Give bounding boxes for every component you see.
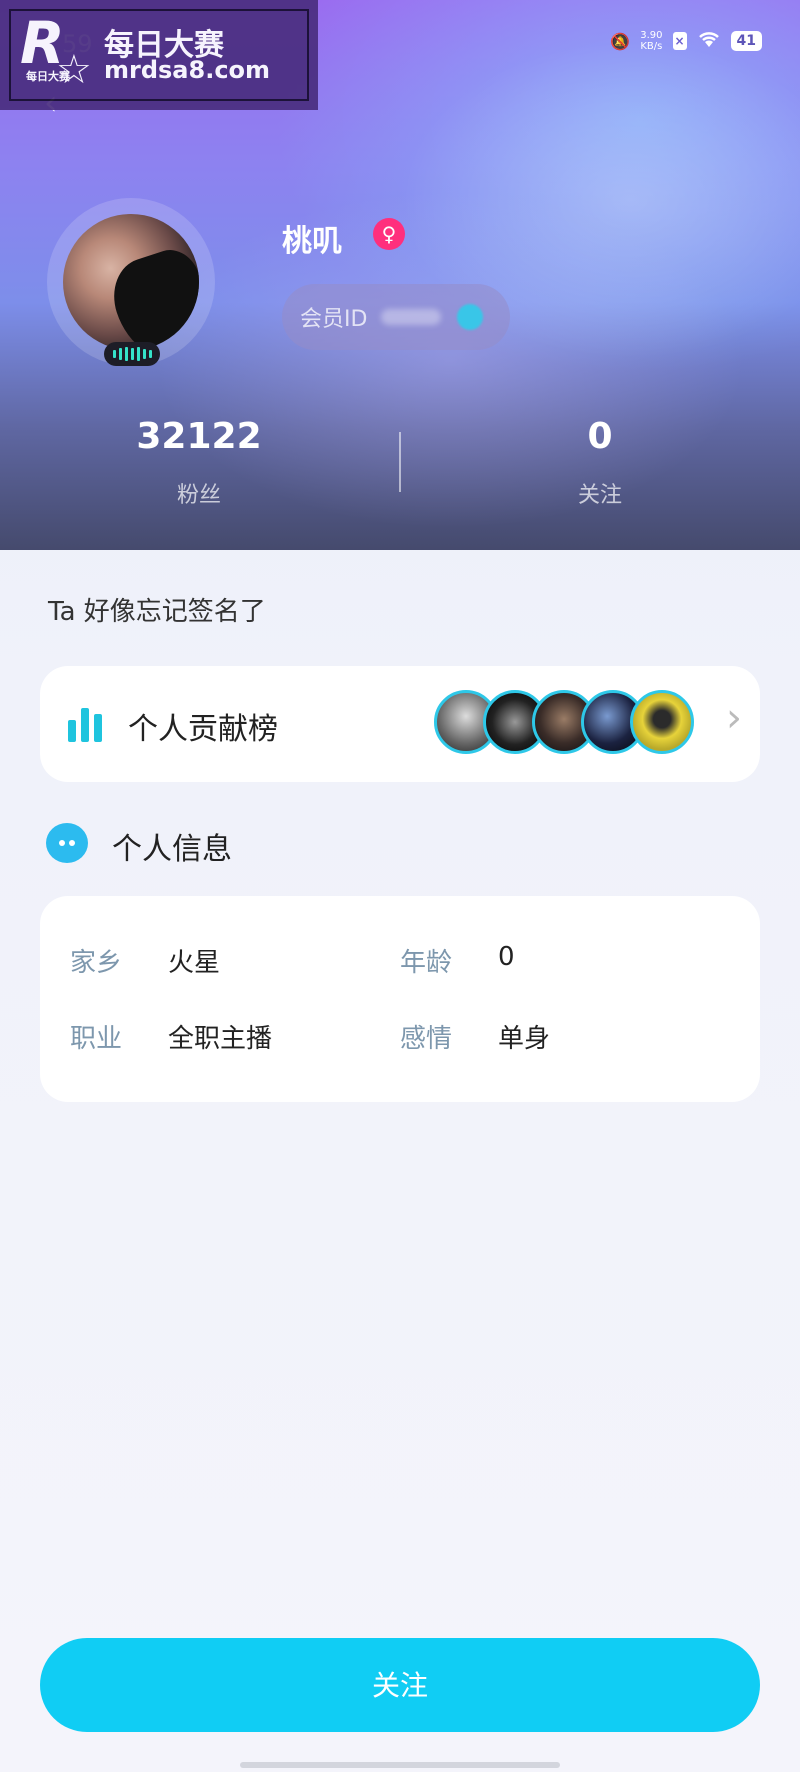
copy-icon[interactable] [457, 304, 484, 330]
contributor-avatar [630, 690, 694, 754]
age-label: 年龄 [400, 948, 453, 978]
watermark-url: mrdsa8.com [104, 56, 271, 84]
follow-count: 0 [587, 416, 613, 457]
age-value: 0 [498, 942, 515, 972]
info-section-title: 个人信息 [112, 832, 232, 867]
profile-name: 桃叽 [282, 224, 342, 259]
watermark: R ☆ 每日大赛 每日大赛 mrdsa8.com [0, 0, 318, 110]
contributor-avatars [434, 690, 694, 758]
personal-info-card: 家乡 火星 年龄 0 职业 全职主播 感情 单身 [40, 896, 760, 1102]
member-id-value-blurred [381, 309, 442, 325]
chevron-right-icon: › [726, 695, 742, 741]
chat-bubble-icon [46, 823, 88, 863]
fans-count: 32122 [136, 416, 262, 457]
follow-stat[interactable]: 0 关注 [500, 416, 700, 509]
status-icons: 🔕 3.90 KB/s × 41 [610, 30, 762, 52]
job-label: 职业 [70, 1024, 123, 1054]
contribution-title: 个人贡献榜 [128, 712, 278, 747]
relationship-label: 感情 [400, 1024, 453, 1054]
fans-stat[interactable]: 32122 粉丝 [99, 416, 299, 509]
net-speed-value: 3.90 [640, 30, 663, 41]
wifi-icon [697, 30, 721, 52]
home-indicator [240, 1762, 560, 1768]
net-speed: 3.90 KB/s [640, 30, 662, 52]
net-speed-unit: KB/s [640, 41, 663, 52]
bar-chart-icon [68, 708, 102, 742]
follow-button[interactable]: 关注 [40, 1638, 760, 1732]
member-id-pill[interactable]: 会员ID [282, 284, 510, 350]
stats-divider [399, 432, 401, 492]
signature-text: Ta 好像忘记签名了 [48, 597, 266, 627]
hometown-value: 火星 [168, 948, 221, 978]
bell-off-icon: 🔕 [610, 31, 631, 51]
avatar[interactable] [63, 214, 199, 350]
x-icon: × [672, 32, 687, 50]
watermark-logo-text: 每日大赛 [26, 70, 70, 83]
battery-indicator: 41 [730, 31, 762, 51]
hometown-label: 家乡 [70, 948, 123, 978]
live-audio-icon [104, 342, 160, 366]
member-id-label: 会员ID [300, 307, 368, 332]
relationship-value: 单身 [498, 1024, 551, 1054]
follow-label: 关注 [577, 483, 622, 508]
job-value: 全职主播 [168, 1024, 273, 1054]
female-icon: ♀ [373, 218, 405, 250]
fans-label: 粉丝 [176, 483, 221, 508]
contribution-rank-card[interactable]: 个人贡献榜 › [40, 666, 760, 782]
